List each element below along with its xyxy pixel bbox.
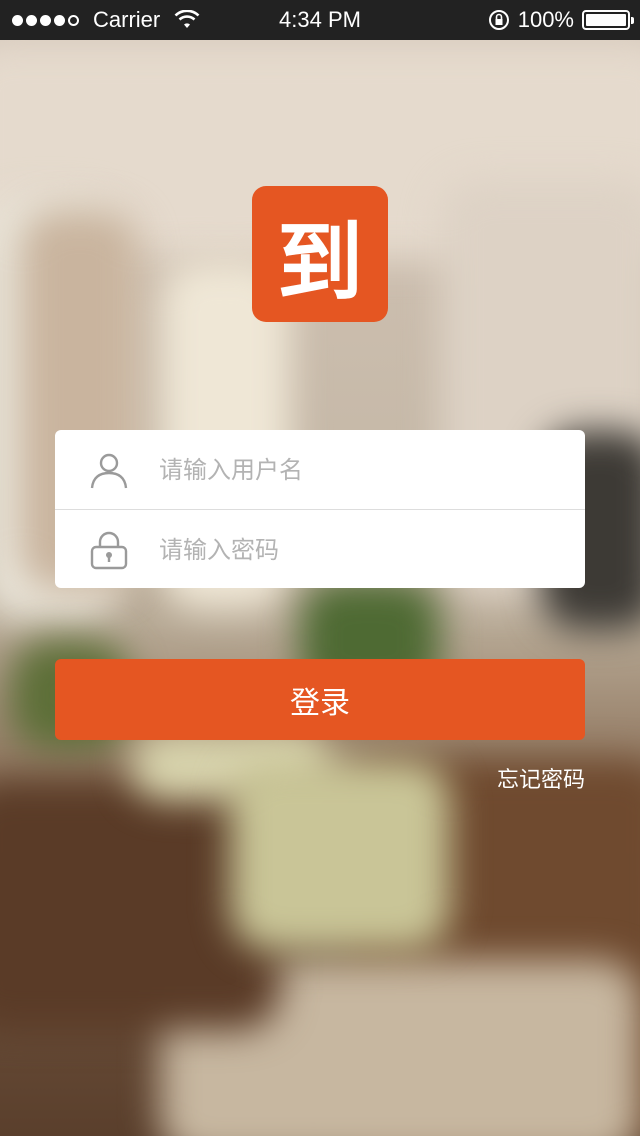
login-form (55, 430, 585, 588)
username-row (55, 430, 585, 509)
app-logo: 到 (252, 186, 388, 322)
carrier-label: Carrier (93, 7, 161, 32)
wifi-icon (174, 10, 200, 28)
signal-dots-icon (12, 14, 79, 26)
status-bar: Carrier 4:34 PM 100% (0, 0, 640, 40)
password-row (55, 509, 585, 589)
password-input[interactable] (157, 534, 541, 565)
login-screen: Carrier 4:34 PM 100% 到 请输入用户名 登录 忘记密码 (0, 0, 640, 1136)
background-ottoman (230, 760, 450, 950)
login-button[interactable]: 登录 (55, 659, 585, 740)
battery-icon (582, 10, 634, 30)
status-right-group: 100% (488, 7, 634, 33)
user-icon (90, 453, 128, 488)
rotation-lock-icon (488, 10, 509, 30)
lock-icon (90, 531, 128, 569)
username-input[interactable] (157, 454, 541, 485)
battery-percent: 100% (517, 7, 574, 32)
forgot-password-link[interactable]: 忘记密码 (497, 762, 585, 794)
